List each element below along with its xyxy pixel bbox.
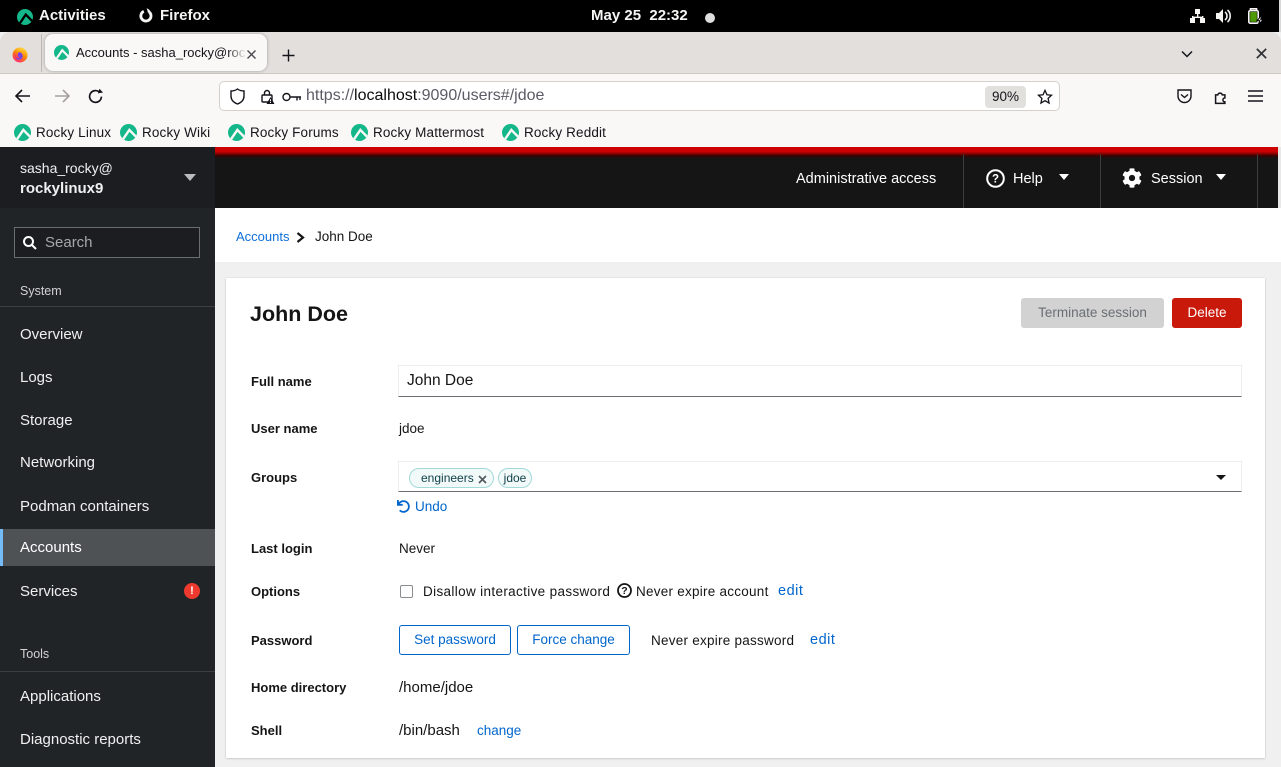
svg-text:?: ? xyxy=(992,174,999,186)
svg-text:?: ? xyxy=(621,585,627,597)
